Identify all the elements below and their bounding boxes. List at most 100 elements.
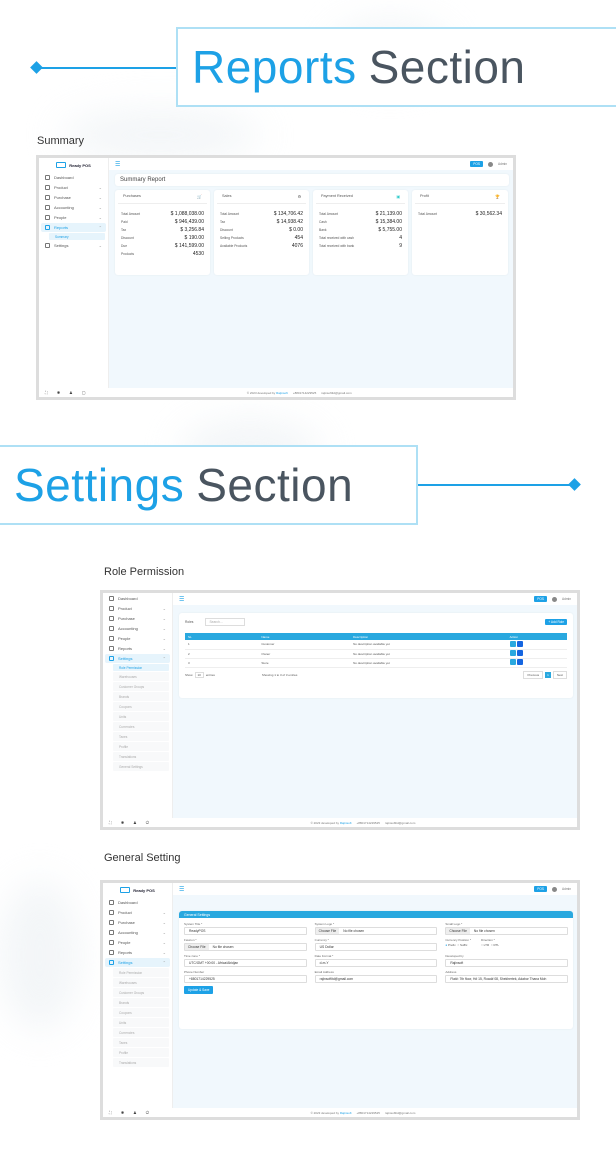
permission-button[interactable] xyxy=(516,650,523,656)
nav-general-settings[interactable]: General Settings xyxy=(113,762,169,771)
pos-button[interactable]: POS xyxy=(470,161,483,167)
menu-icon[interactable]: ☰ xyxy=(179,596,184,603)
nav-accounting[interactable]: Accounting ⌄ xyxy=(105,624,170,633)
nav-settings[interactable]: Settings ⌄ xyxy=(41,241,106,250)
fullscreen-icon[interactable]: ⛶ xyxy=(45,390,48,395)
nav-product[interactable]: Product ⌄ xyxy=(105,604,170,613)
language-icon[interactable] xyxy=(487,161,493,167)
nav-brands[interactable]: Brands xyxy=(113,692,169,701)
language-icon[interactable] xyxy=(551,886,557,892)
nav-summary[interactable]: Summary xyxy=(49,233,105,240)
nav-coupons[interactable]: Coupons xyxy=(113,702,169,711)
admin-menu[interactable]: Admin xyxy=(562,597,571,601)
nav-translations[interactable]: Translations xyxy=(113,1058,169,1067)
lock-icon[interactable]: ▢ xyxy=(82,390,86,395)
nav-units[interactable]: Units xyxy=(113,1018,169,1027)
nav-customer-groups[interactable]: Customer Groups xyxy=(113,682,169,691)
update-save-button[interactable]: Update & Save xyxy=(184,986,214,994)
gear-icon[interactable]: ✱ xyxy=(57,390,60,395)
edit-button[interactable] xyxy=(509,650,516,656)
system-title-input[interactable]: ReadyPOS xyxy=(184,927,307,935)
nav-customer-groups[interactable]: Customer Groups xyxy=(113,988,169,997)
nav-warehouses[interactable]: Warehouses xyxy=(113,672,169,681)
permission-button[interactable] xyxy=(516,659,523,665)
nav-taxes[interactable]: Taxes xyxy=(113,732,169,741)
nav-purchase[interactable]: Purchase ⌄ xyxy=(105,614,170,623)
radio-rtl[interactable]: ○ RTL xyxy=(491,943,499,947)
edit-button[interactable] xyxy=(509,659,516,665)
nav-translations[interactable]: Translations xyxy=(113,752,169,761)
currency-select[interactable]: US Dollar xyxy=(314,943,438,951)
nav-product[interactable]: Product ⌄ xyxy=(41,183,106,192)
fullscreen-icon[interactable]: ⛶ xyxy=(109,820,112,825)
user-icon[interactable]: ♟ xyxy=(133,1110,137,1115)
admin-menu[interactable]: Admin xyxy=(498,162,507,166)
timezone-select[interactable]: UTC/GMT +00:00 - Africa/Abidjan xyxy=(184,959,307,967)
nav-dashboard[interactable]: Dashboard xyxy=(105,594,170,603)
radio-prefix[interactable]: ● Prefix xyxy=(445,943,455,947)
address-input[interactable]: Flat#: 7th floor, H# 15, Road# 08, Shekh… xyxy=(445,975,568,983)
radio-suffix[interactable]: ○ Suffix xyxy=(457,943,467,947)
menu-icon[interactable]: ☰ xyxy=(115,161,120,168)
nav-people[interactable]: People ⌄ xyxy=(105,634,170,643)
radio-ltr[interactable]: ○ LTR xyxy=(481,943,489,947)
nav-settings[interactable]: Settings ⌃ xyxy=(105,654,170,663)
language-icon[interactable] xyxy=(551,596,557,602)
page-1-button[interactable]: 1 xyxy=(545,671,551,678)
user-icon[interactable]: ♟ xyxy=(69,390,73,395)
system-logo-file[interactable]: Choose File No file chosen xyxy=(314,927,438,935)
pos-button[interactable]: POS xyxy=(534,886,547,892)
nav-role-permission[interactable]: Role Permission xyxy=(113,664,169,671)
company-link[interactable]: Rajinsoft xyxy=(276,391,288,395)
developed-by-input[interactable]: Rajinsoft xyxy=(445,959,568,967)
menu-icon[interactable]: ☰ xyxy=(179,886,184,893)
nav-reports[interactable]: Reports ⌄ xyxy=(105,644,170,653)
nav-profile[interactable]: Profile xyxy=(113,1048,169,1057)
nav-taxes[interactable]: Taxes xyxy=(113,1038,169,1047)
admin-menu[interactable]: Admin xyxy=(562,887,571,891)
permission-button[interactable] xyxy=(516,640,523,647)
search-input[interactable]: Search... xyxy=(205,618,246,626)
previous-button[interactable]: Previous xyxy=(523,670,544,679)
nav-warehouses[interactable]: Warehouses xyxy=(113,978,169,987)
add-role-button[interactable]: + Add Role xyxy=(545,619,567,625)
nav-accounting[interactable]: Accounting ⌄ xyxy=(105,928,170,937)
nav-reports[interactable]: Reports ⌃ xyxy=(41,223,106,232)
nav-dashboard[interactable]: Dashboard xyxy=(105,898,170,907)
nav-purchase[interactable]: Purchase ⌄ xyxy=(105,918,170,927)
fullscreen-icon[interactable]: ⛶ xyxy=(109,1110,112,1115)
gear-icon[interactable]: ✱ xyxy=(121,1110,124,1115)
nav-coupons[interactable]: Coupons xyxy=(113,1008,169,1017)
reports-icon xyxy=(45,225,50,230)
pos-button[interactable]: POS xyxy=(534,596,547,602)
edit-button[interactable] xyxy=(509,640,516,647)
entries-select[interactable]: 10 xyxy=(194,671,204,678)
email-input[interactable]: rajinsoftltd@gmail.com xyxy=(314,975,438,983)
nav-brands[interactable]: Brands xyxy=(113,998,169,1007)
nav-units[interactable]: Units xyxy=(113,712,169,721)
nav-settings[interactable]: Settings ⌃ xyxy=(105,958,170,967)
nav-reports[interactable]: Reports ⌄ xyxy=(105,948,170,957)
nav-profile[interactable]: Profile xyxy=(113,742,169,751)
nav-product[interactable]: Product ⌄ xyxy=(105,908,170,917)
small-logo-file[interactable]: Choose File No file chosen xyxy=(445,927,568,935)
power-icon[interactable]: ⏻ xyxy=(146,820,149,825)
nav-people[interactable]: People ⌄ xyxy=(105,938,170,947)
nav-currencies[interactable]: Currencies xyxy=(113,1028,169,1037)
nav-role-permission[interactable]: Role Permission xyxy=(113,968,169,977)
gear-icon[interactable]: ✱ xyxy=(121,820,124,825)
nav-dashboard[interactable]: Dashboard xyxy=(41,173,106,182)
title-rest: Section xyxy=(368,41,526,93)
nav-people[interactable]: People ⌄ xyxy=(41,213,106,222)
cart-icon: 🛒 xyxy=(197,195,202,199)
nav-currencies[interactable]: Currencies xyxy=(113,722,169,731)
date-format-input[interactable]: d-m-Y xyxy=(314,959,438,967)
next-button[interactable]: Next xyxy=(552,670,567,679)
phone-input[interactable]: +8801714229525 xyxy=(184,975,307,983)
nav-purchase[interactable]: Purchase ⌄ xyxy=(41,193,106,202)
power-icon[interactable]: ⏻ xyxy=(146,1110,149,1115)
nav-accounting[interactable]: Accounting ⌄ xyxy=(41,203,106,212)
favicon-file[interactable]: Choose File No file chosen xyxy=(184,943,307,951)
summary-screenshot: Ready POS Dashboard Product ⌄ Purchase ⌄ A… xyxy=(36,155,516,400)
user-icon[interactable]: ♟ xyxy=(133,820,137,825)
